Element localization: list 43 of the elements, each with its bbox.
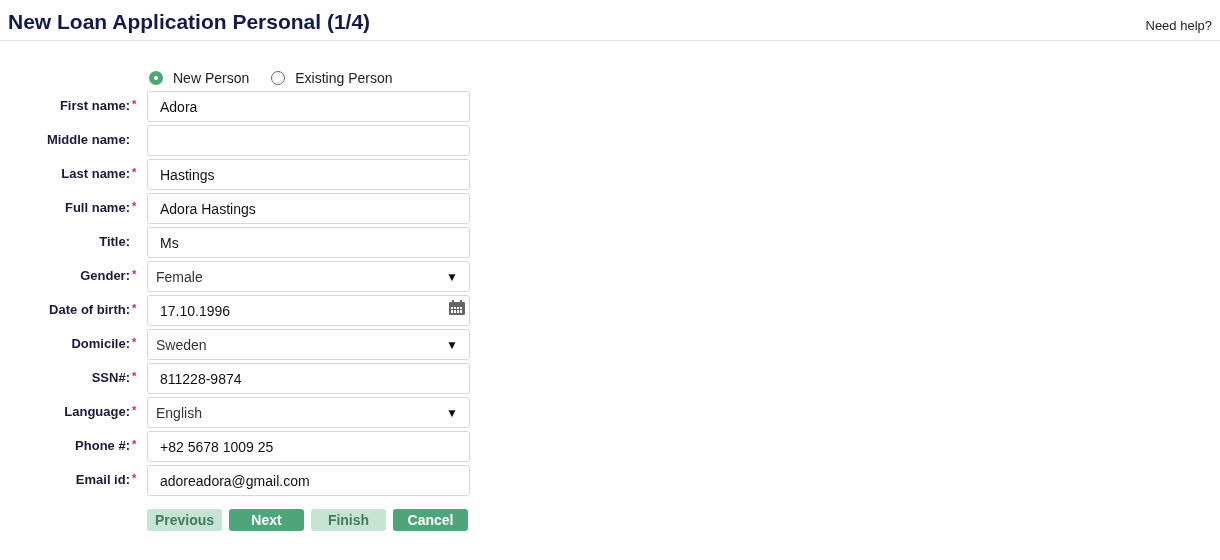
page-title: New Loan Application Personal (1/4) bbox=[8, 9, 371, 35]
required-mark: * bbox=[132, 438, 138, 452]
caret-icon: ▼ bbox=[446, 405, 458, 420]
input-field[interactable] bbox=[147, 125, 470, 156]
required-mark: * bbox=[132, 166, 138, 180]
caret-icon: ▼ bbox=[446, 337, 458, 352]
input-field[interactable]: Ms bbox=[147, 227, 470, 258]
radio-label[interactable]: Existing Person bbox=[295, 70, 393, 86]
required-mark: * bbox=[132, 302, 138, 316]
required-mark: * bbox=[132, 472, 138, 486]
radio-button[interactable] bbox=[149, 71, 163, 85]
dropdown[interactable]: Sweden ▼ bbox=[147, 329, 470, 360]
date-field[interactable]: 17.10.1996 bbox=[147, 295, 470, 326]
field-label: Gender: bbox=[80, 268, 130, 283]
dropdown[interactable]: Female ▼ bbox=[147, 261, 470, 292]
required-mark: * bbox=[132, 268, 138, 282]
help-link[interactable]: Need help? bbox=[1145, 17, 1212, 35]
input-field[interactable]: +82 5678 1009 25 bbox=[147, 431, 470, 462]
field-label: Phone #: bbox=[75, 438, 130, 453]
field-label: Last name: bbox=[61, 166, 130, 181]
field-label: First name: bbox=[59, 98, 130, 113]
field-label: Domicile: bbox=[71, 336, 130, 351]
required-mark: * bbox=[132, 336, 138, 350]
required-mark: * bbox=[132, 404, 138, 418]
required-mark: * bbox=[132, 370, 138, 384]
field-label: Email id: bbox=[75, 472, 130, 487]
field-label: Date of birth: bbox=[49, 302, 130, 317]
radio-label[interactable]: New Person bbox=[173, 70, 250, 86]
input-field[interactable]: adoreadora@gmail.com bbox=[147, 465, 470, 496]
input-field[interactable]: Adora Hastings bbox=[147, 193, 470, 224]
dropdown[interactable]: English ▼ bbox=[147, 397, 470, 428]
required-mark: * bbox=[132, 200, 138, 214]
input-field[interactable]: Adora bbox=[147, 91, 470, 122]
input-field[interactable]: Hastings bbox=[147, 159, 470, 190]
caret-icon: ▼ bbox=[446, 269, 458, 284]
input-field[interactable]: 811228-9874 bbox=[147, 363, 470, 394]
field-label: SSN#: bbox=[91, 370, 130, 385]
field-label: Title: bbox=[99, 234, 130, 249]
field-label: Language: bbox=[64, 404, 130, 419]
field-label: Full name: bbox=[65, 200, 130, 215]
calendar-icon[interactable] bbox=[448, 299, 466, 316]
field-label: Middle name: bbox=[46, 132, 130, 147]
required-mark: * bbox=[132, 98, 138, 112]
